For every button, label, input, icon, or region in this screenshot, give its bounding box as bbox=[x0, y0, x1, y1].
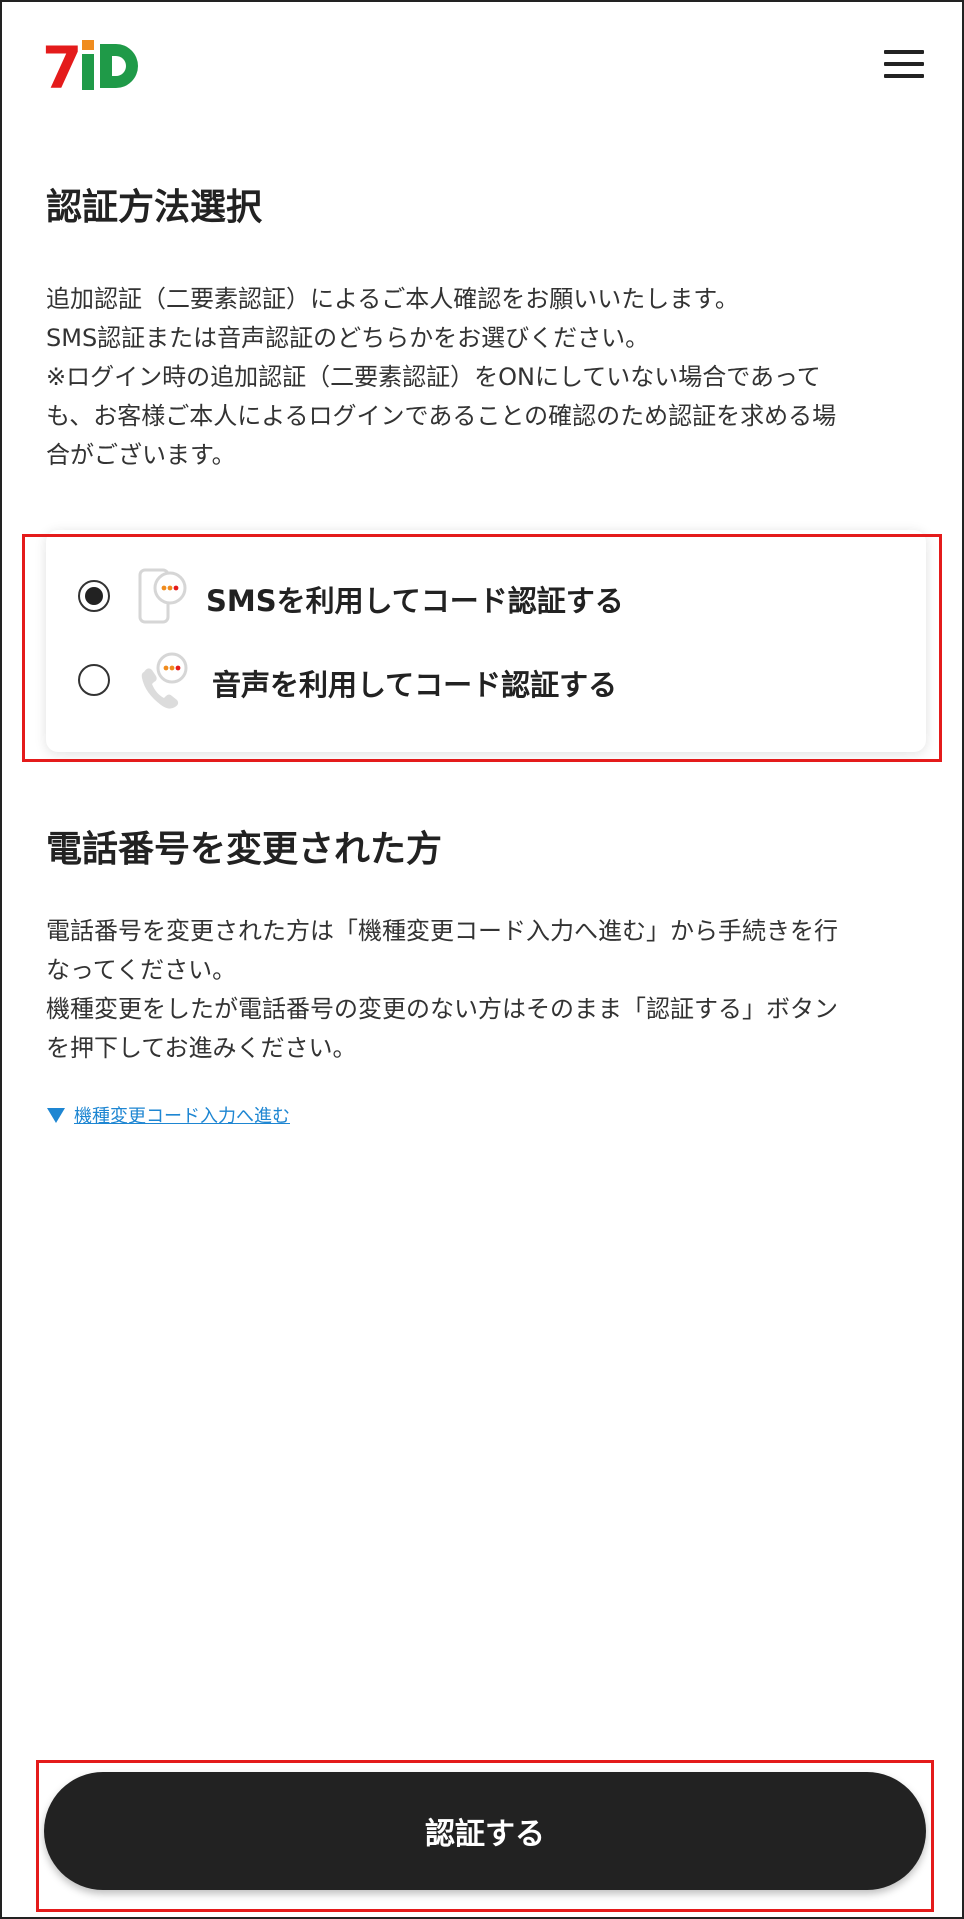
paragraph-line: 追加認証（二要素認証）によるご本人確認をお願いいたします。 bbox=[46, 285, 739, 313]
section-title-phone-change: 電話番号を変更された方 bbox=[46, 829, 443, 870]
paragraph-line: を押下してお進みください。 bbox=[46, 1034, 357, 1062]
paragraph-line: SMS認証または音声認証のどちらかをお選びください。 bbox=[46, 324, 650, 352]
paragraph-line: も、お客様ご本人によるログインであることの確認のため認証を求める場 bbox=[46, 402, 837, 430]
paragraph-line: なってください。 bbox=[46, 956, 237, 984]
intro-paragraph: 追加認証（二要素認証）によるご本人確認をお願いいたします。 SMS認証または音声… bbox=[46, 280, 926, 475]
voice-radio[interactable] bbox=[78, 664, 110, 696]
page-title: 認証方法選択 bbox=[46, 187, 263, 228]
voice-call-icon bbox=[141, 652, 188, 709]
auth-method-options: SMSを利用してコード認証する 音声を利用してコード認証する bbox=[46, 530, 926, 752]
option-sms[interactable]: SMSを利用してコード認証する bbox=[46, 562, 926, 632]
paragraph-line: 合がございます。 bbox=[46, 441, 236, 469]
svg-text:7: 7 bbox=[42, 36, 82, 96]
triangle-down-icon bbox=[47, 1108, 65, 1123]
phone-change-paragraph: 電話番号を変更された方は「機種変更コード入力へ進む」から手続きを行 なってくださ… bbox=[46, 912, 926, 1068]
sms-radio[interactable] bbox=[78, 580, 110, 612]
7id-logo[interactable]: 7 bbox=[42, 36, 146, 96]
device-change-code-link[interactable]: 機種変更コード入力へ進む bbox=[46, 1102, 290, 1128]
authenticate-button[interactable]: 認証する bbox=[44, 1772, 926, 1890]
device-change-link-label[interactable]: 機種変更コード入力へ進む bbox=[74, 1102, 290, 1128]
sms-option-label[interactable]: SMSを利用してコード認証する bbox=[206, 578, 624, 620]
paragraph-line: 機種変更をしたが電話番号の変更のない方はそのまま「認証する」ボタン bbox=[46, 995, 838, 1023]
sms-phone-icon bbox=[138, 568, 187, 624]
paragraph-line: ※ログイン時の追加認証（二要素認証）をONにしていない場合であって bbox=[46, 363, 821, 391]
voice-option-label[interactable]: 音声を利用してコード認証する bbox=[212, 662, 617, 704]
hamburger-menu-icon[interactable] bbox=[882, 44, 926, 84]
paragraph-line: 電話番号を変更された方は「機種変更コード入力へ進む」から手続きを行 bbox=[46, 917, 838, 945]
option-voice[interactable]: 音声を利用してコード認証する bbox=[46, 646, 926, 716]
page-frame: 7 認証方法選択 追加認証（二要素認証）によるご本人確認をお願いいたします。 S… bbox=[0, 0, 964, 1919]
